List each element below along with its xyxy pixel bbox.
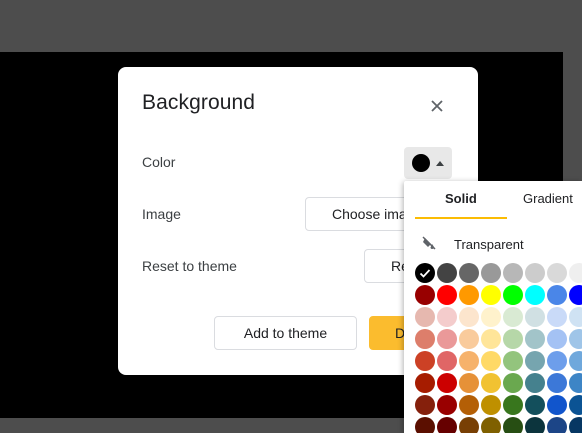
color-swatch[interactable] xyxy=(547,263,567,283)
color-swatch[interactable] xyxy=(459,307,479,327)
transparent-option[interactable]: Transparent xyxy=(404,231,582,257)
color-swatch[interactable] xyxy=(459,285,479,305)
color-swatch[interactable] xyxy=(437,351,457,371)
color-swatch[interactable] xyxy=(547,395,567,415)
color-swatch[interactable] xyxy=(459,395,479,415)
dialog-title: Background xyxy=(142,91,256,114)
reset-to-theme-label: Reset to theme xyxy=(142,258,237,274)
active-tab-indicator xyxy=(415,217,507,219)
color-swatch[interactable] xyxy=(437,373,457,393)
checkmark-icon xyxy=(419,269,431,278)
color-swatch[interactable] xyxy=(525,395,545,415)
color-swatch[interactable] xyxy=(481,417,501,433)
color-swatch[interactable] xyxy=(569,395,582,415)
close-button[interactable] xyxy=(426,95,448,117)
color-swatch[interactable] xyxy=(525,307,545,327)
color-swatch[interactable] xyxy=(547,351,567,371)
color-swatch[interactable] xyxy=(547,307,567,327)
color-swatch[interactable] xyxy=(525,417,545,433)
color-swatch[interactable] xyxy=(415,351,435,371)
color-swatch[interactable] xyxy=(459,263,479,283)
color-swatch[interactable] xyxy=(569,263,582,283)
color-swatch[interactable] xyxy=(481,395,501,415)
color-palette-menu: Solid Gradient Transparent xyxy=(404,181,582,433)
color-swatch[interactable] xyxy=(569,351,582,371)
color-swatch[interactable] xyxy=(481,263,501,283)
no-fill-bucket-icon xyxy=(422,236,436,250)
color-swatch[interactable] xyxy=(415,307,435,327)
tab-solid[interactable]: Solid xyxy=(445,191,477,206)
color-swatch[interactable] xyxy=(547,285,567,305)
add-to-theme-button[interactable]: Add to theme xyxy=(214,316,357,350)
color-swatch[interactable] xyxy=(525,263,545,283)
color-swatch[interactable] xyxy=(503,351,523,371)
color-swatch[interactable] xyxy=(437,263,457,283)
color-swatch[interactable] xyxy=(415,285,435,305)
color-swatch[interactable] xyxy=(525,329,545,349)
color-swatch[interactable] xyxy=(569,373,582,393)
color-swatch[interactable] xyxy=(503,417,523,433)
color-swatch[interactable] xyxy=(503,263,523,283)
color-swatch[interactable] xyxy=(437,285,457,305)
color-swatch[interactable] xyxy=(569,329,582,349)
color-swatch[interactable] xyxy=(503,395,523,415)
color-swatch[interactable] xyxy=(569,285,582,305)
color-swatch[interactable] xyxy=(481,329,501,349)
tab-gradient[interactable]: Gradient xyxy=(523,191,573,206)
color-swatch[interactable] xyxy=(415,263,435,283)
color-swatch[interactable] xyxy=(525,373,545,393)
color-swatch[interactable] xyxy=(415,329,435,349)
color-swatch[interactable] xyxy=(503,373,523,393)
color-swatch[interactable] xyxy=(459,417,479,433)
color-swatch[interactable] xyxy=(525,351,545,371)
color-swatch[interactable] xyxy=(547,417,567,433)
color-swatch[interactable] xyxy=(481,351,501,371)
transparent-label: Transparent xyxy=(454,237,524,252)
color-swatch[interactable] xyxy=(481,307,501,327)
color-swatch[interactable] xyxy=(415,417,435,433)
color-swatch[interactable] xyxy=(437,329,457,349)
color-swatch[interactable] xyxy=(415,395,435,415)
color-swatch[interactable] xyxy=(503,285,523,305)
color-swatch[interactable] xyxy=(459,373,479,393)
image-label: Image xyxy=(142,206,181,222)
color-swatch[interactable] xyxy=(437,307,457,327)
color-swatch[interactable] xyxy=(459,351,479,371)
color-swatch[interactable] xyxy=(547,373,567,393)
color-swatch[interactable] xyxy=(503,329,523,349)
color-label: Color xyxy=(142,154,176,170)
color-swatch[interactable] xyxy=(415,373,435,393)
color-swatch[interactable] xyxy=(437,395,457,415)
selected-color-swatch xyxy=(412,154,430,172)
caret-up-icon xyxy=(436,161,444,166)
color-swatch[interactable] xyxy=(525,285,545,305)
color-swatch[interactable] xyxy=(481,285,501,305)
color-swatch[interactable] xyxy=(547,329,567,349)
color-swatch[interactable] xyxy=(437,417,457,433)
color-swatch[interactable] xyxy=(481,373,501,393)
color-swatch[interactable] xyxy=(569,307,582,327)
color-swatch[interactable] xyxy=(569,417,582,433)
color-swatch[interactable] xyxy=(459,329,479,349)
color-swatch[interactable] xyxy=(503,307,523,327)
color-picker-button[interactable] xyxy=(404,147,452,179)
close-icon xyxy=(431,100,443,112)
